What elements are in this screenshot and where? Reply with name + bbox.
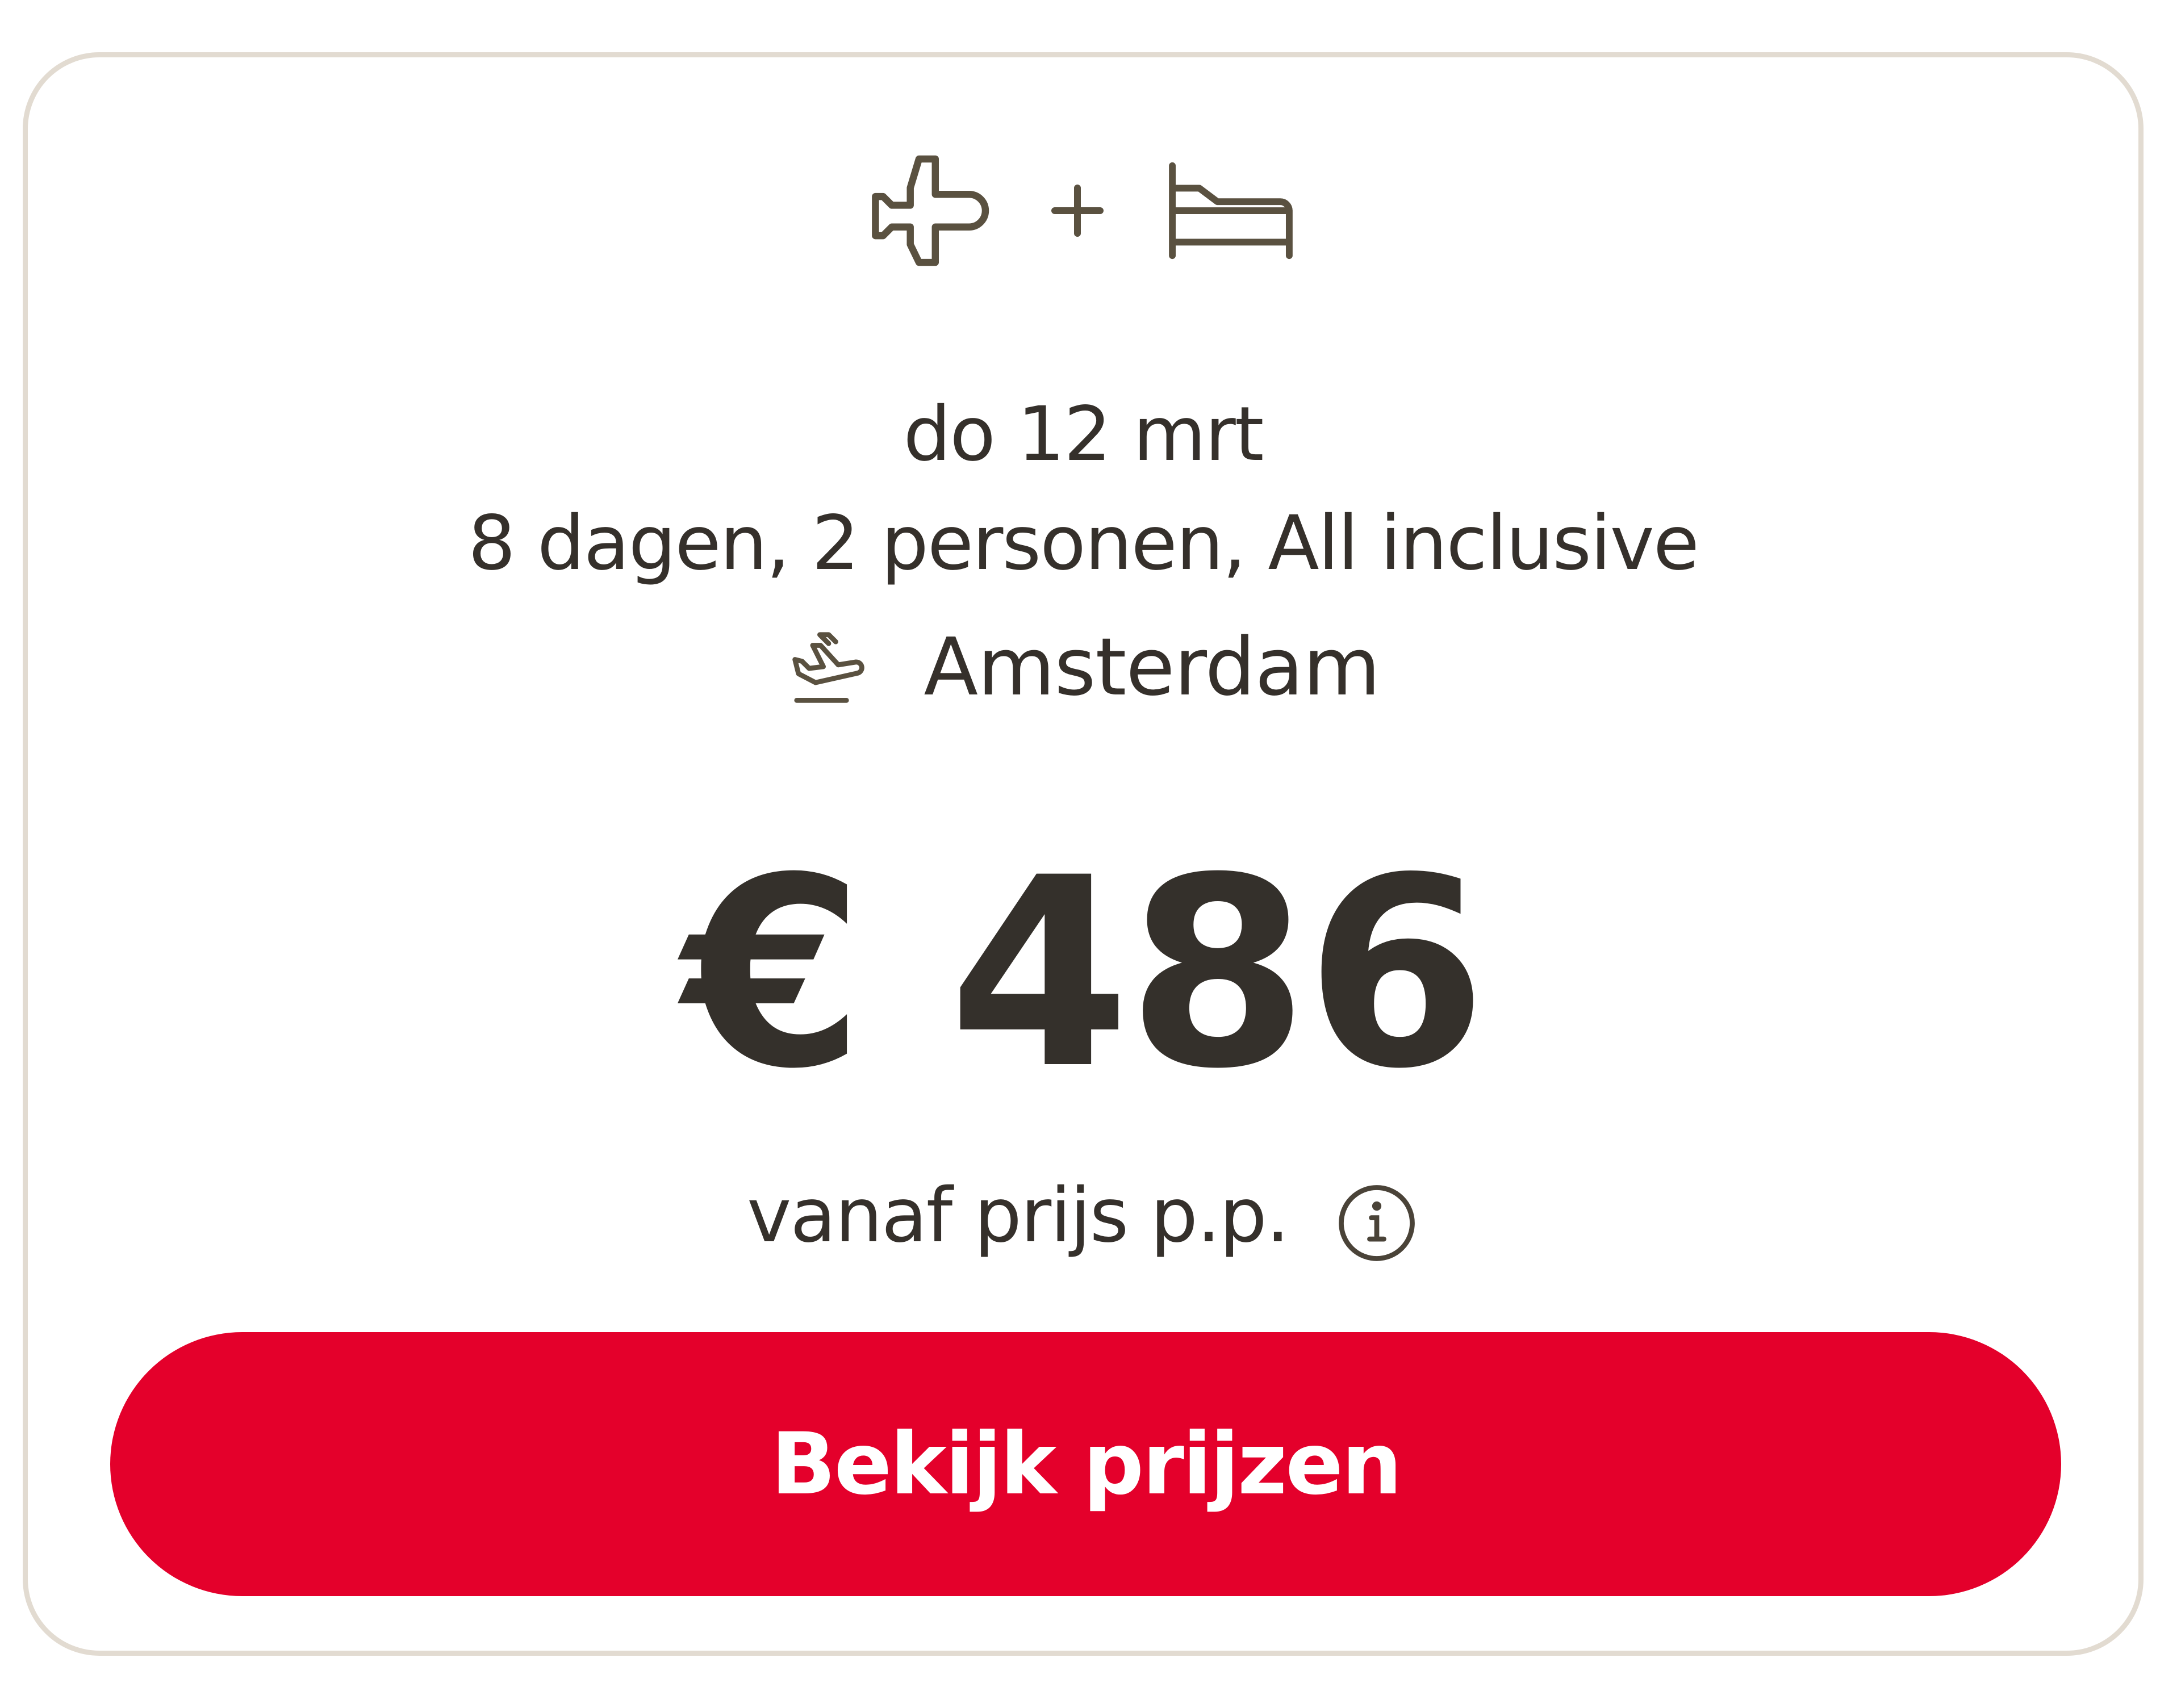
departure-plane-icon xyxy=(786,627,871,709)
offer-card: do 12 mrt 8 dagen, 2 personen, All inclu… xyxy=(23,52,2144,1656)
view-prices-button-label: Bekijk prijzen xyxy=(771,1414,1402,1514)
package-type-icons xyxy=(28,145,2138,276)
trip-details: 8 dagen, 2 personen, All inclusive xyxy=(467,500,1699,587)
price-note-label: vanaf prijs p.p. xyxy=(747,1172,1290,1259)
price-note: vanaf prijs p.p. xyxy=(28,1159,2138,1272)
airplane-icon xyxy=(867,145,998,276)
info-icon[interactable] xyxy=(1334,1180,1419,1268)
plus-icon xyxy=(1043,177,1112,245)
bed-icon xyxy=(1163,157,1299,265)
departure: Amsterdam xyxy=(28,617,2138,719)
departure-airport: Amsterdam xyxy=(924,621,1380,714)
price: € 486 xyxy=(682,822,1487,1126)
trip-date: do 12 mrt xyxy=(903,391,1264,478)
view-prices-button[interactable]: Bekijk prijzen xyxy=(110,1332,2061,1596)
